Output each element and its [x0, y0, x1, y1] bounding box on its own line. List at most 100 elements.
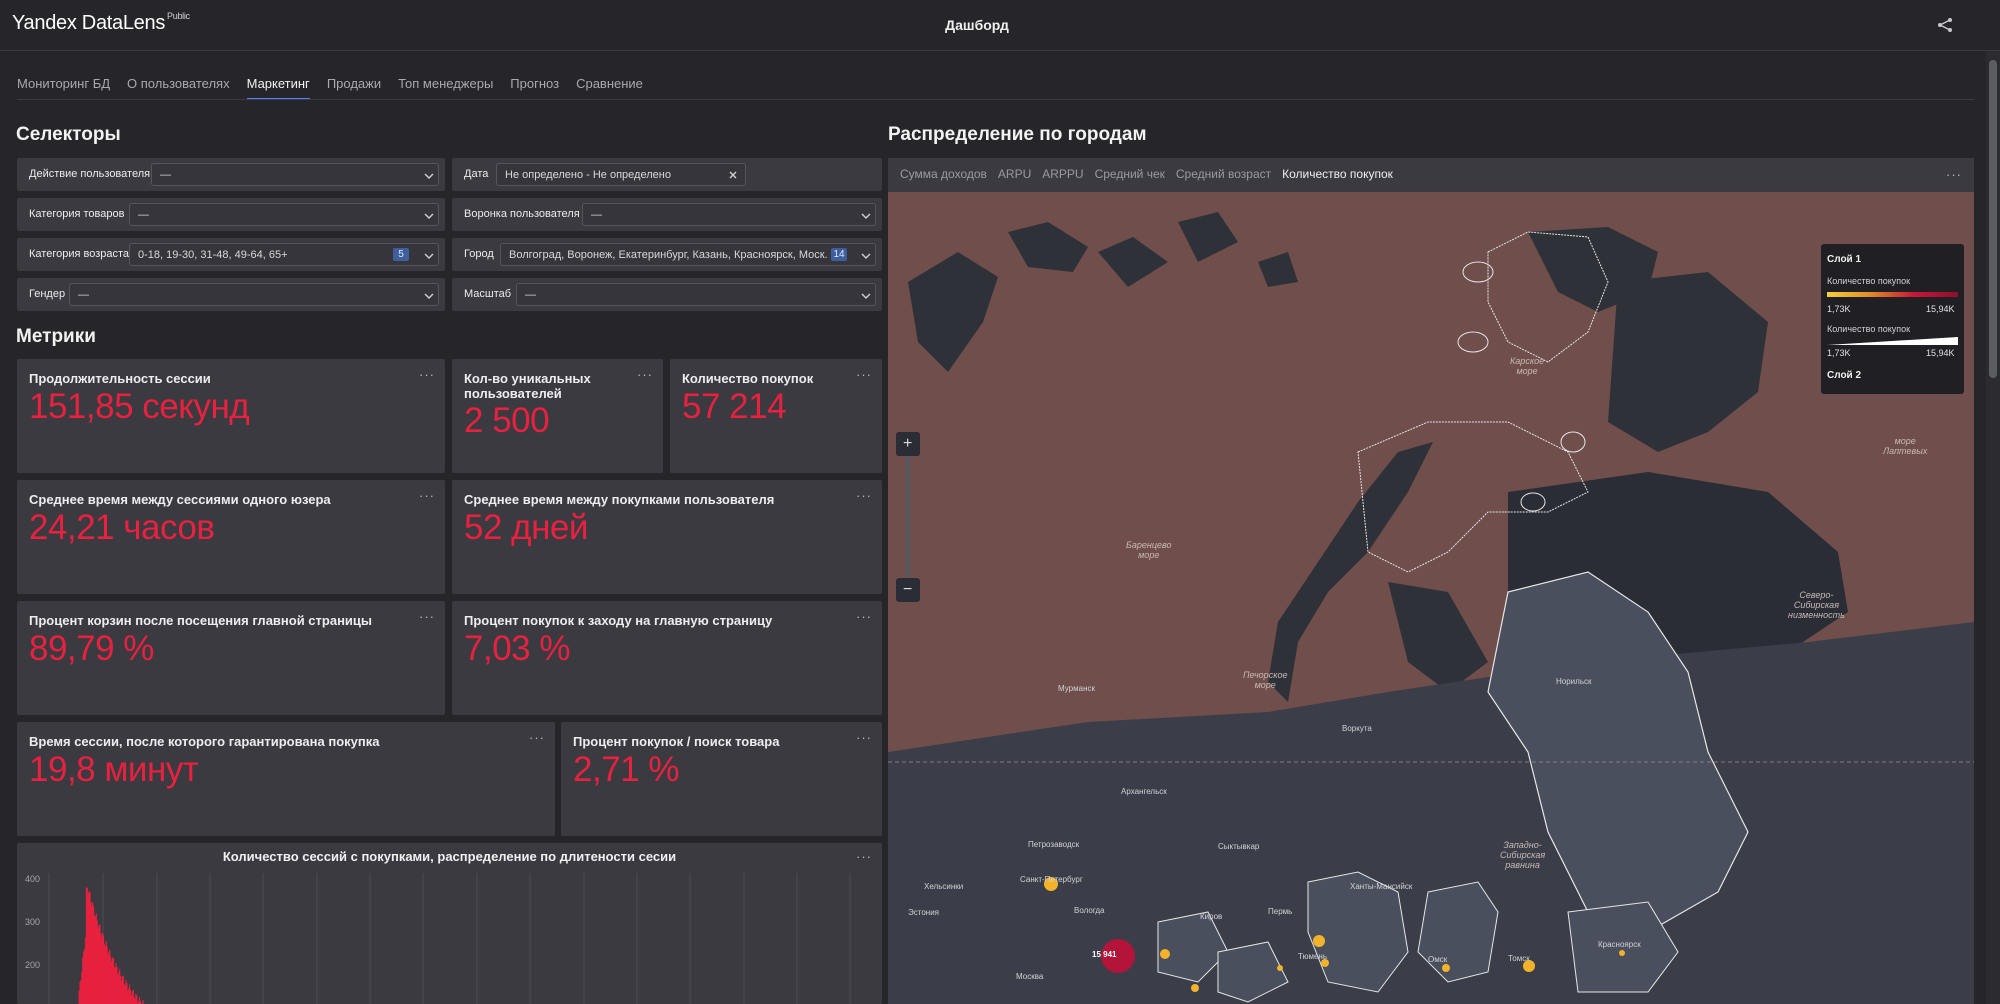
metric-title: Процент покупок к заходу на главную стра…: [464, 613, 773, 628]
menu-dots-icon[interactable]: ···: [637, 367, 653, 382]
legend-max: 15,94K: [1926, 348, 1955, 358]
city-label: Омск: [1428, 955, 1448, 964]
menu-dots-icon[interactable]: ···: [1946, 167, 1962, 182]
metric-title: Кол-во уникальных пользователей: [464, 371, 591, 401]
age-category-select[interactable]: 0-18, 19-30, 31-48, 49-64, 65+ 5: [129, 243, 439, 266]
selector-gender[interactable]: Гендер —: [17, 278, 445, 311]
clear-icon[interactable]: [728, 170, 738, 180]
zoom-in-button[interactable]: +: [903, 435, 912, 453]
selected-count-badge: 5: [393, 248, 409, 261]
map-tab-avg-age[interactable]: Средний возраст: [1176, 167, 1271, 181]
share-icon[interactable]: [1936, 16, 1954, 34]
city-label: Томск: [1508, 954, 1530, 963]
map-tab-avg-check[interactable]: Средний чек: [1095, 167, 1165, 181]
selector-label: Действие пользователя: [29, 168, 151, 180]
scale-select[interactable]: —: [516, 283, 876, 306]
menu-dots-icon[interactable]: ···: [529, 730, 545, 745]
tab-comparison[interactable]: Сравнение: [576, 74, 643, 100]
menu-dots-icon[interactable]: ···: [419, 367, 435, 382]
metric-value: 57 214: [682, 387, 787, 426]
map-canvas[interactable]: 15 941 Карское море море Лаптевых Баренцев…: [888, 192, 1974, 1004]
selector-scale[interactable]: Масштаб —: [452, 278, 882, 311]
select-value: 0-18, 19-30, 31-48, 49-64, 65+: [138, 249, 288, 261]
metrics-title: Метрики: [16, 326, 96, 347]
select-value: —: [525, 289, 536, 301]
zoom-out-button[interactable]: −: [903, 581, 912, 599]
selector-label: Воронка пользователя: [464, 208, 580, 220]
city-select[interactable]: Волгоград, Воронеж, Екатеринбург, Казань…: [500, 243, 876, 266]
chevron-down-icon: [424, 213, 434, 219]
city-label: Норильск: [1556, 677, 1592, 686]
map-tab-purchases[interactable]: Количество покупок: [1282, 167, 1393, 181]
metric-purchase-to-home-percent: Процент покупок к заходу на главную стра…: [452, 601, 882, 715]
tab-about-users[interactable]: О пользователях: [127, 74, 230, 100]
metric-value: 7,03 %: [464, 629, 570, 668]
map-tab-revenue[interactable]: Сумма доходов: [900, 167, 987, 181]
sea-label: Баренцево море: [1126, 540, 1172, 560]
selector-product-category[interactable]: Категория товаров —: [17, 198, 445, 231]
map-tab-arppu[interactable]: ARPPU: [1042, 167, 1083, 181]
gender-select[interactable]: —: [69, 283, 439, 306]
selector-city[interactable]: Город Волгоград, Воронеж, Екатеринбург, …: [452, 238, 882, 271]
date-range-input[interactable]: Не определено - Не определено: [496, 163, 746, 186]
y-tick-label: 300: [25, 917, 40, 927]
metric-value: 24,21 часов: [29, 508, 215, 547]
selector-user-action[interactable]: Действие пользователя —: [17, 158, 445, 191]
metric-title: Процент корзин после посещения главной с…: [29, 613, 373, 628]
user-action-select[interactable]: —: [151, 163, 439, 186]
selector-funnel[interactable]: Воронка пользователя —: [452, 198, 882, 231]
sea-label: Карское море: [1510, 356, 1545, 376]
legend-metric-label: Количество покупок: [1827, 324, 1911, 334]
city-label: Киров: [1200, 912, 1223, 921]
selector-label: Масштаб: [464, 288, 512, 300]
histogram-chart: 400 300 200: [25, 873, 851, 1004]
city-label: Архангельск: [1121, 787, 1167, 796]
map-tab-arpu[interactable]: ARPU: [998, 167, 1031, 181]
scrollbar-thumb[interactable]: [1989, 60, 1997, 378]
map-zoom-control[interactable]: [896, 432, 920, 602]
funnel-select[interactable]: —: [582, 203, 876, 226]
city-label: Эстония: [908, 908, 939, 917]
cluster-value[interactable]: 15 941: [1092, 950, 1116, 959]
menu-dots-icon[interactable]: ···: [419, 488, 435, 503]
menu-dots-icon[interactable]: ···: [856, 488, 872, 503]
menu-dots-icon[interactable]: ···: [856, 730, 872, 745]
tab-db-monitoring[interactable]: Мониторинг БД: [17, 74, 110, 100]
city-label: Сыктывкар: [1218, 842, 1260, 851]
tab-forecast[interactable]: Прогноз: [510, 74, 559, 100]
metric-purchase-search-percent: Процент покупок / поиск товара ··· 2,71 …: [561, 722, 882, 836]
legend-layer2-title: Слой 2: [1827, 370, 1862, 381]
metric-value: 2 500: [464, 401, 550, 440]
metric-title: Среднее время между сессиями одного юзер…: [29, 492, 331, 507]
product-category-select[interactable]: —: [129, 203, 439, 226]
legend-min: 1,73K: [1827, 304, 1851, 314]
tab-marketing[interactable]: Маркетинг: [246, 74, 310, 100]
city-label: Москва: [1016, 972, 1044, 981]
chevron-down-icon: [861, 213, 871, 219]
tab-top-managers[interactable]: Топ менеджеры: [398, 74, 493, 100]
region-label: Западно- Сибирская равнина: [1500, 840, 1546, 870]
city-label: Пермь: [1268, 907, 1293, 916]
legend-gradient: [1827, 292, 1958, 297]
menu-dots-icon[interactable]: ···: [419, 609, 435, 624]
metric-time-between-purchases: Среднее время между покупками пользовате…: [452, 480, 882, 594]
metric-purchases-count: Количество покупок ··· 57 214: [670, 359, 882, 473]
tab-sales[interactable]: Продажи: [327, 74, 381, 100]
legend-max: 15,94K: [1926, 304, 1955, 314]
menu-dots-icon[interactable]: ···: [856, 367, 872, 382]
histogram-bar[interactable]: [142, 1000, 144, 1004]
metric-guaranteed-purchase-time: Время сессии, после которого гарантирова…: [17, 722, 555, 836]
select-value: —: [138, 209, 149, 221]
selectors-title: Селекторы: [16, 124, 121, 145]
metric-title: Среднее время между покупками пользовате…: [464, 492, 775, 507]
chevron-down-icon: [861, 253, 871, 259]
select-value: —: [78, 289, 89, 301]
menu-dots-icon[interactable]: ···: [856, 609, 872, 624]
selector-age-category[interactable]: Категория возраста 0-18, 19-30, 31-48, 4…: [17, 238, 445, 271]
chevron-down-icon: [424, 173, 434, 179]
selector-label: Гендер: [29, 288, 66, 300]
city-label: Ханты-Мансийск: [1350, 882, 1413, 891]
chevron-down-icon: [861, 293, 871, 299]
selector-date[interactable]: Дата Не определено - Не определено: [452, 158, 882, 191]
region-label: Северо- Сибирская низменность: [1788, 590, 1845, 620]
